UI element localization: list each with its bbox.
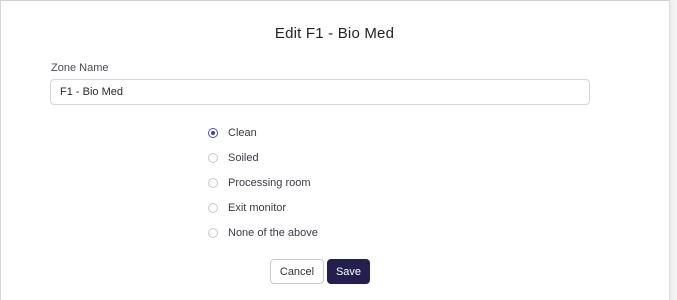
dialog-title: Edit F1 - Bio Med — [274, 25, 395, 42]
radio-button-checked[interactable] — [208, 127, 218, 138]
radio-label: Processing room — [228, 176, 311, 189]
zone-type-radio-group: Clean Soiled Processing room Exit monito… — [208, 120, 318, 245]
radio-button[interactable] — [208, 227, 218, 238]
radio-option-none-of-the-above[interactable]: None of the above — [208, 220, 318, 245]
frame-right-scroll-edge — [669, 0, 677, 300]
save-button[interactable]: Save — [327, 259, 370, 284]
radio-button[interactable] — [208, 202, 218, 213]
zone-name-input[interactable] — [50, 79, 590, 105]
radio-option-clean[interactable]: Clean — [208, 120, 318, 145]
radio-label: None of the above — [228, 226, 318, 239]
radio-label: Clean — [228, 126, 257, 139]
radio-option-soiled[interactable]: Soiled — [208, 145, 318, 170]
frame-top-border — [0, 0, 677, 1]
zone-name-label: Zone Name — [51, 62, 109, 74]
radio-button[interactable] — [208, 152, 218, 163]
radio-label: Soiled — [228, 151, 259, 164]
frame-left-border — [0, 0, 1, 300]
edit-zone-dialog: Edit F1 - Bio Med Zone Name Clean Soiled… — [0, 0, 677, 300]
cancel-button[interactable]: Cancel — [270, 259, 324, 284]
radio-button[interactable] — [208, 177, 218, 188]
radio-label: Exit monitor — [228, 201, 287, 214]
radio-option-exit-monitor[interactable]: Exit monitor — [208, 195, 318, 220]
radio-option-processing-room[interactable]: Processing room — [208, 170, 318, 195]
